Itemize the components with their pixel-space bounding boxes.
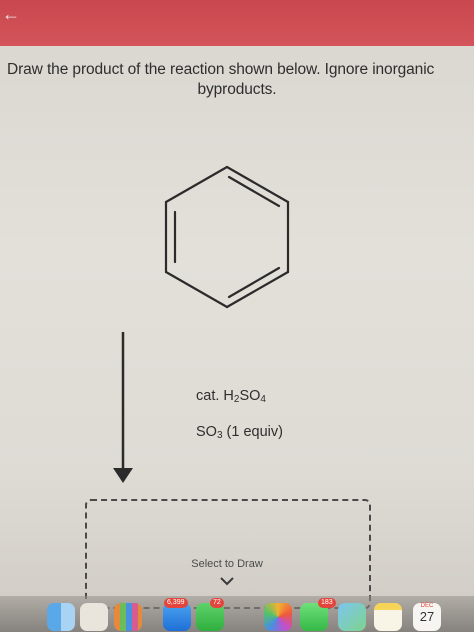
photos-icon[interactable] bbox=[264, 603, 292, 631]
back-arrow-icon[interactable]: ← bbox=[2, 4, 20, 24]
ring-bond bbox=[164, 270, 229, 309]
reagent2-suffix: (1 equiv) bbox=[222, 424, 283, 440]
reagent1-mid: SO bbox=[239, 388, 261, 404]
select-to-draw-label[interactable]: Select to Draw bbox=[0, 558, 454, 570]
mail-badge: 6,399 bbox=[164, 598, 188, 608]
calendar-day: 27 bbox=[419, 609, 435, 624]
messages-badge: 183 bbox=[318, 598, 336, 608]
chevron-down-icon[interactable] bbox=[219, 576, 235, 586]
finder-icon[interactable] bbox=[47, 603, 75, 631]
question-line-2: byproducts. bbox=[197, 81, 277, 98]
reagent1-sub2: 4 bbox=[260, 394, 266, 405]
benzene-structure bbox=[164, 165, 290, 309]
reagent2-prefix: SO bbox=[196, 424, 217, 440]
ring-bond bbox=[225, 270, 290, 309]
reagent-catalyst: cat. H2SO4 bbox=[196, 387, 266, 409]
facetime-badge: 72 bbox=[210, 598, 224, 608]
question-prompt: Draw the product of the reaction shown b… bbox=[0, 60, 474, 100]
reaction-arrow bbox=[113, 332, 133, 483]
reagent-so3: SO3 (1 equiv) bbox=[196, 423, 283, 445]
ring-bond bbox=[164, 165, 229, 204]
question-line-1: Draw the product of the reaction shown b… bbox=[7, 61, 435, 78]
reagent1-prefix: cat. H bbox=[196, 388, 234, 404]
notes-icon[interactable] bbox=[374, 603, 402, 631]
top-bar: ← bbox=[0, 0, 474, 46]
launchpad-icon[interactable] bbox=[114, 603, 142, 631]
contacts-icon[interactable] bbox=[80, 603, 108, 631]
answer-draw-box[interactable] bbox=[85, 499, 371, 609]
ring-bond bbox=[225, 165, 290, 204]
maps-icon[interactable] bbox=[338, 603, 366, 631]
